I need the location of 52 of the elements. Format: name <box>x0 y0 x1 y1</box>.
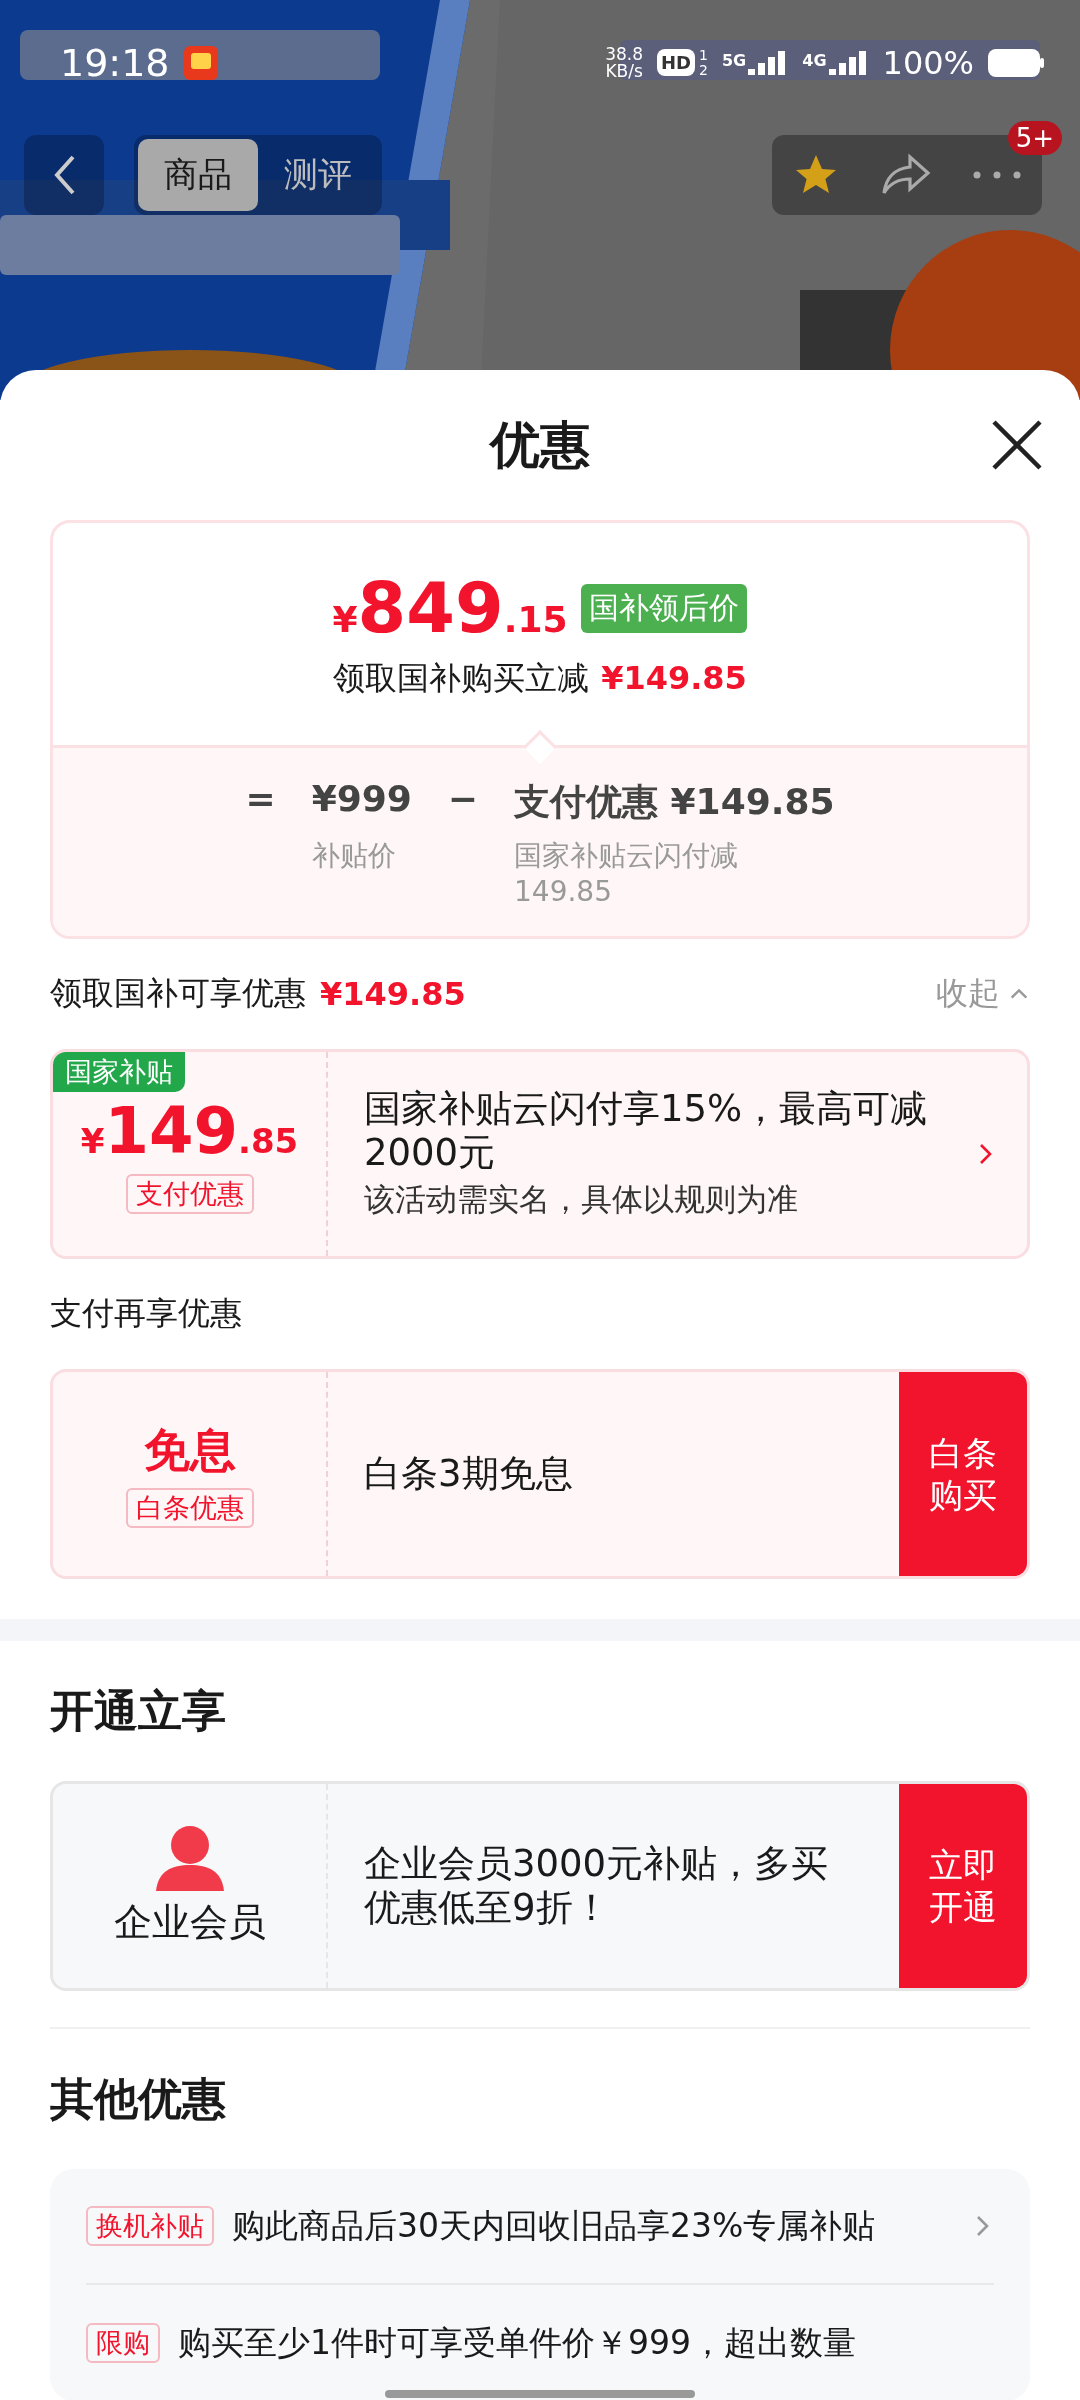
battery-percent: 100% <box>882 43 974 82</box>
section-heading: 开通立享 <box>50 1683 227 1738</box>
share-icon[interactable] <box>880 153 932 197</box>
price-tag: 国补领后价 <box>581 583 748 633</box>
summary-amount: ¥149.85 <box>320 975 466 1013</box>
network-type: 4G <box>802 50 827 70</box>
sim-slots: 1 2 <box>699 47 708 78</box>
offer-tag: 换机补贴 <box>86 2206 214 2246</box>
coupon-type-label: 支付优惠 <box>125 1174 254 1214</box>
network-type: 5G <box>722 50 747 70</box>
membership-offer: 企业会员3000元补贴，多买优惠低至9折！ <box>364 1841 830 1931</box>
battery-icon <box>988 48 1044 77</box>
back-button[interactable] <box>24 135 104 215</box>
signal-icon <box>828 50 869 75</box>
equals-sign: = <box>245 778 276 821</box>
sheet-title: 优惠 <box>490 414 590 476</box>
coupon-tag: 国家补贴 <box>53 1052 185 1092</box>
section-heading: 支付再享优惠 <box>50 1293 243 1334</box>
coupon-title: 国家补贴云闪付享15%，最高可减2000元 <box>364 1086 929 1176</box>
membership-card[interactable]: 企业会员 企业会员3000元补贴，多买优惠低至9折！ 立即开通 <box>50 1781 1030 1991</box>
close-button[interactable] <box>990 418 1044 472</box>
notification-badge: 5+ <box>1007 121 1062 155</box>
coupon-headline: 免息 <box>143 1422 236 1479</box>
offer-text: 购此商品后30天内回收旧品享23%专属补贴 <box>232 2204 876 2247</box>
membership-name: 企业会员 <box>113 1898 266 1946</box>
coupon-amount: ¥149.85 <box>80 1094 299 1168</box>
coupon-card[interactable]: 免息 白条优惠 白条3期免息 白条购买 <box>50 1369 1030 1579</box>
coupon-title: 白条3期免息 <box>364 1451 574 1497</box>
nav-tab[interactable]: 商品 <box>138 139 258 211</box>
network-speed: 38.8 KB/s <box>605 45 644 80</box>
summary-label: 领取国补可享优惠 <box>50 973 306 1014</box>
coupon-description: 该活动需实名，具体以规则为准 <box>364 1180 799 1220</box>
offer-tag: 限购 <box>86 2323 160 2363</box>
discount-label: 国家补贴云闪付减149.85 <box>514 838 739 908</box>
coupon-type-label: 白条优惠 <box>125 1488 254 1528</box>
final-price: ¥849.15 <box>332 567 568 649</box>
coupon-card[interactable]: 国家补贴 ¥149.85 支付优惠 国家补贴云闪付享15%，最高可减2000元 该活动需实名，具体以规则为准 <box>50 1049 1030 1259</box>
activate-button[interactable]: 立即开通 <box>899 1784 1027 1988</box>
offer-text: 购买至少1件时可享受单件价￥999，超出数量 <box>178 2321 856 2364</box>
nav-tab[interactable]: 测评 <box>258 139 378 211</box>
person-icon <box>153 1824 226 1891</box>
discount-caption: 领取国补购买立减 <box>333 658 590 699</box>
base-price-label: 补贴价 <box>311 838 397 874</box>
coupon-action-button[interactable]: 白条购买 <box>899 1372 1027 1576</box>
discount-amount: ¥149.85 <box>601 659 747 697</box>
section-heading: 其他优惠 <box>50 2071 227 2126</box>
base-price: ¥999 <box>311 778 412 821</box>
hd-voice-icon: HD <box>657 49 696 76</box>
more-icon[interactable] <box>972 170 1022 180</box>
status-time: 19:18 <box>60 40 170 85</box>
minus-sign: − <box>447 778 478 821</box>
payment-discount: 支付优惠 ¥149.85 <box>514 780 835 824</box>
